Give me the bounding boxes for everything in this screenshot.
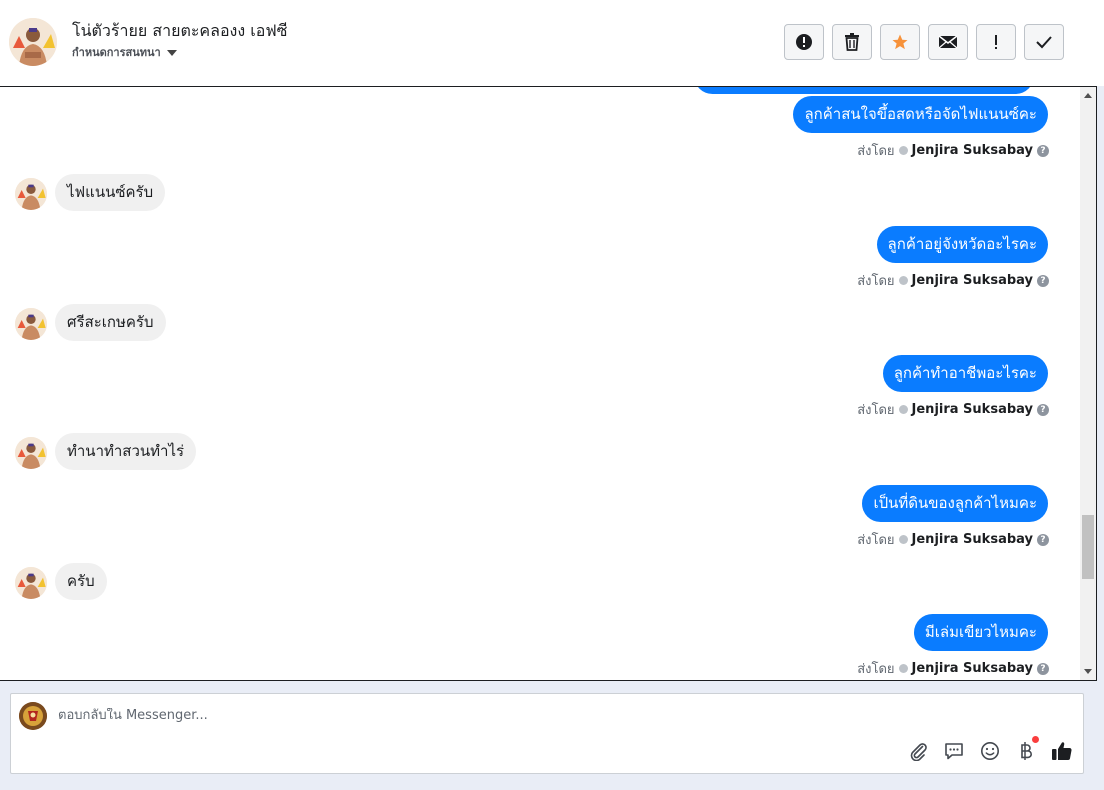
notification-dot	[1032, 736, 1039, 743]
trash-icon	[845, 33, 859, 51]
outgoing-message-bubble[interactable]: ลูกค้าอยู่จังหวัดอะไรคะ	[876, 226, 1048, 263]
message-scrollbar[interactable]	[1080, 87, 1096, 680]
sent-by-line: ส่งโดย Jenjira Suksabay ?	[857, 529, 1049, 550]
mark-unread-button[interactable]	[928, 24, 968, 60]
incoming-message-bubble[interactable]: ครับ	[55, 563, 107, 600]
saved-replies-button[interactable]	[943, 740, 965, 762]
help-icon[interactable]: ?	[1037, 144, 1049, 157]
star-icon	[892, 34, 908, 50]
outgoing-message-bubble[interactable]: เป็นที่ดินของลูกค้าไหมคะ	[862, 485, 1048, 522]
outgoing-message-bubble[interactable]: ลูกค้าทำอาชีพอะไรคะ	[882, 355, 1048, 392]
scroll-down-arrow-icon[interactable]	[1084, 669, 1092, 674]
check-icon	[1036, 36, 1052, 49]
help-icon[interactable]: ?	[1037, 403, 1049, 416]
sent-by-label: ส่งโดย	[857, 533, 895, 548]
schedule-label: กำหนดการสนทนา	[72, 46, 161, 59]
help-icon[interactable]: ?	[1037, 662, 1049, 675]
follow-up-button[interactable]	[976, 24, 1016, 60]
scroll-up-arrow-icon[interactable]	[1084, 93, 1092, 98]
sender-name[interactable]: Jenjira Suksabay	[912, 143, 1033, 158]
composer-tools	[907, 736, 1073, 762]
incoming-message-bubble[interactable]: ศรีสะเกษครับ	[55, 304, 166, 341]
contact-avatar-small[interactable]	[15, 437, 47, 469]
conversation-toolbar	[784, 24, 1064, 60]
chat-bubble-icon	[945, 743, 963, 760]
reply-composer	[10, 693, 1084, 774]
thumbs-up-icon	[1052, 742, 1072, 761]
envelope-icon	[938, 35, 958, 49]
caret-down-icon	[166, 49, 177, 56]
emoji-button[interactable]	[979, 740, 1001, 762]
contact-avatar-small[interactable]	[15, 308, 47, 340]
sent-by-line: ส่งโดย Jenjira Suksabay ?	[857, 658, 1049, 679]
sender-name[interactable]: Jenjira Suksabay	[912, 661, 1033, 676]
report-spam-button[interactable]	[784, 24, 824, 60]
page-icon	[898, 405, 908, 414]
contact-name[interactable]: โน่ตัวร้ายย สายตะคลองง เอฟซี	[72, 19, 288, 44]
previous-outgoing-bubble	[694, 87, 1034, 94]
messenger-inbox-app: โน่ตัวร้ายย สายตะคลองง เอฟซี กำหนดการสนท…	[0, 0, 1104, 790]
incoming-message-bubble[interactable]: ทำนาทำสวนทำไร่	[55, 433, 197, 470]
help-icon[interactable]: ?	[1037, 533, 1049, 546]
page-icon	[898, 535, 908, 544]
message-thread[interactable]: ลูกค้าสนใจขึ้อสดหรือจัดไฟแนนซ์คะ ส่งโดย …	[0, 86, 1097, 681]
contact-avatar-small[interactable]	[15, 567, 47, 599]
payment-button[interactable]	[1015, 736, 1039, 762]
contact-avatar[interactable]	[9, 18, 57, 66]
smiley-icon	[981, 742, 999, 760]
conversation-header: โน่ตัวร้ายย สายตะคลองง เอฟซี กำหนดการสนท…	[0, 0, 1104, 86]
exclamation-circle-icon	[796, 34, 812, 50]
page-icon	[898, 146, 908, 155]
reply-input[interactable]	[58, 708, 758, 723]
sent-by-label: ส่งโดย	[857, 144, 895, 159]
sent-by-label: ส่งโดย	[857, 662, 895, 677]
page-avatar	[19, 702, 47, 730]
outgoing-message-bubble[interactable]: มีเล่มเขียวไหมคะ	[913, 614, 1048, 651]
sent-by-line: ส่งโดย Jenjira Suksabay ?	[857, 270, 1049, 291]
sender-name[interactable]: Jenjira Suksabay	[912, 532, 1033, 547]
mark-done-button[interactable]	[1024, 24, 1064, 60]
scrollbar-thumb[interactable]	[1082, 515, 1094, 579]
delete-button[interactable]	[832, 24, 872, 60]
attach-button[interactable]	[907, 740, 929, 762]
incoming-message-bubble[interactable]: ไฟแนนซ์ครับ	[55, 174, 166, 211]
like-button[interactable]	[1051, 740, 1073, 762]
sender-name[interactable]: Jenjira Suksabay	[912, 402, 1033, 417]
sent-by-label: ส่งโดย	[857, 274, 895, 289]
page-icon	[898, 276, 908, 285]
paperclip-icon	[910, 743, 927, 761]
exclamation-icon	[995, 35, 997, 49]
conversation-schedule-dropdown[interactable]: กำหนดการสนทนา	[72, 43, 177, 61]
sent-by-line: ส่งโดย Jenjira Suksabay ?	[857, 140, 1049, 161]
sent-by-label: ส่งโดย	[857, 403, 895, 418]
sent-by-line: ส่งโดย Jenjira Suksabay ?	[857, 399, 1049, 420]
outgoing-message-bubble[interactable]: ลูกค้าสนใจขึ้อสดหรือจัดไฟแนนซ์คะ	[793, 96, 1048, 133]
help-icon[interactable]: ?	[1037, 274, 1049, 287]
sender-name[interactable]: Jenjira Suksabay	[912, 273, 1033, 288]
page-icon	[898, 664, 908, 673]
baht-currency-icon	[1021, 742, 1032, 760]
message-list: ลูกค้าสนใจขึ้อสดหรือจัดไฟแนนซ์คะ ส่งโดย …	[0, 87, 1080, 680]
contact-avatar-small[interactable]	[15, 178, 47, 210]
star-button[interactable]	[880, 24, 920, 60]
